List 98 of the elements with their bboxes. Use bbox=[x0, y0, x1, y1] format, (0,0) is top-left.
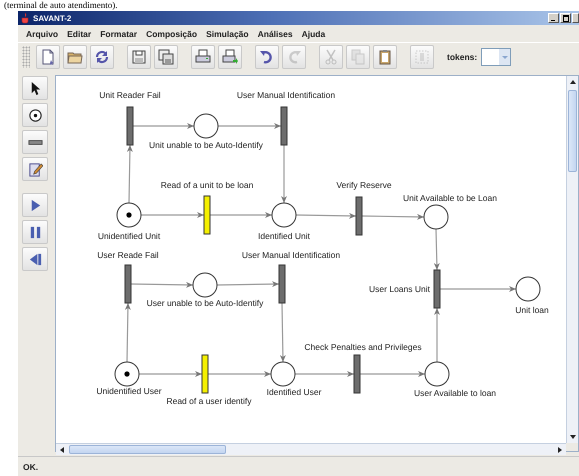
place-label: Unidentified Unit bbox=[98, 231, 160, 241]
arc-arrow bbox=[208, 371, 271, 377]
maximize-button[interactable] bbox=[560, 13, 571, 23]
place-label: Unit loan bbox=[515, 305, 549, 315]
transition-bar[interactable] bbox=[204, 196, 210, 234]
refresh-button[interactable] bbox=[90, 44, 114, 68]
document-icon bbox=[40, 48, 56, 64]
transition-label: User Manual Identification bbox=[236, 90, 336, 100]
arc-arrow bbox=[141, 212, 204, 218]
place-node[interactable] bbox=[424, 204, 448, 230]
place-node[interactable] bbox=[192, 272, 218, 298]
arc-arrow bbox=[281, 145, 287, 203]
coffee-cup-icon bbox=[21, 12, 30, 24]
transition-label: Check Penalties and Privileges bbox=[304, 342, 422, 352]
place-node[interactable] bbox=[424, 362, 450, 386]
arc-arrow bbox=[295, 371, 354, 377]
undo-icon bbox=[259, 48, 275, 64]
place-node[interactable] bbox=[116, 202, 142, 228]
menu-item[interactable]: Arquivo bbox=[22, 26, 62, 40]
place-label: Unit unable to be Auto-Identify bbox=[149, 140, 263, 150]
clipboard-icon bbox=[377, 48, 393, 64]
play-button[interactable] bbox=[22, 193, 48, 217]
place-node[interactable] bbox=[270, 362, 296, 386]
transition-tool[interactable] bbox=[22, 130, 48, 154]
place-label: Unit Available to be Loan bbox=[403, 193, 497, 203]
transition-label: User Loans Unit bbox=[369, 284, 430, 294]
transition-label: Read of a unit to be loan bbox=[160, 180, 254, 190]
place-node[interactable] bbox=[114, 362, 140, 386]
place-label: Identified User bbox=[266, 387, 322, 397]
scissors-icon bbox=[323, 48, 339, 64]
arc-arrow bbox=[130, 282, 194, 288]
select-tool[interactable] bbox=[22, 76, 48, 100]
transition-label: Verify Reserve bbox=[336, 180, 392, 190]
close-button[interactable] bbox=[572, 13, 579, 23]
arc-arrow bbox=[126, 144, 133, 204]
tokens-dropdown[interactable] bbox=[481, 48, 512, 66]
arc-arrow bbox=[280, 302, 286, 362]
print-button[interactable] bbox=[191, 44, 215, 68]
transition-bar[interactable] bbox=[202, 354, 208, 394]
paste-button[interactable] bbox=[373, 44, 397, 68]
open-button[interactable] bbox=[63, 44, 87, 68]
minimize-button[interactable] bbox=[548, 13, 559, 23]
refresh-icon bbox=[94, 48, 110, 64]
arc-arrow bbox=[133, 123, 194, 129]
arc-arrow bbox=[360, 371, 425, 377]
toolbar-grip[interactable] bbox=[22, 46, 30, 68]
menu-item[interactable]: Composição bbox=[142, 26, 202, 40]
floppy-stack-icon bbox=[158, 48, 174, 64]
petri-net-canvas[interactable] bbox=[56, 76, 566, 443]
save-all-button[interactable] bbox=[154, 44, 178, 68]
arc-arrow bbox=[124, 302, 131, 362]
place-node[interactable] bbox=[516, 276, 540, 302]
copy-icon bbox=[350, 48, 366, 64]
transition-label: Unit Reader Fail bbox=[99, 90, 161, 100]
printer-icon bbox=[222, 48, 238, 64]
place-node[interactable] bbox=[272, 202, 296, 228]
arc-arrow bbox=[218, 123, 281, 129]
menu-item[interactable]: Editar bbox=[63, 26, 96, 40]
pause-button[interactable] bbox=[22, 220, 48, 244]
place-tool[interactable] bbox=[22, 103, 48, 127]
menu-item[interactable]: Análises bbox=[254, 26, 297, 40]
place-label: Unidentified User bbox=[96, 386, 162, 396]
transition-label: User Reade Fail bbox=[97, 250, 159, 260]
transition-label: User Manual Identification bbox=[242, 250, 340, 260]
arc-arrow bbox=[296, 212, 356, 219]
tokens-label: tokens: bbox=[447, 52, 478, 62]
menu-item[interactable]: Simulação bbox=[202, 26, 253, 40]
printer-icon bbox=[195, 48, 211, 64]
transition-label: Read of a user identify bbox=[166, 396, 252, 406]
vertical-scrollbar[interactable] bbox=[566, 76, 578, 443]
save-button[interactable] bbox=[127, 44, 151, 68]
arc-arrow bbox=[216, 281, 280, 288]
dashed-box-icon bbox=[414, 48, 430, 64]
undo-button[interactable] bbox=[255, 44, 279, 68]
place-icon bbox=[28, 108, 42, 122]
arc-arrow bbox=[434, 228, 440, 270]
place-label: User Available to loan bbox=[414, 388, 496, 398]
place-label: Identified Unit bbox=[258, 231, 310, 241]
menu-item[interactable]: Ajuda bbox=[298, 26, 330, 40]
new-file-button[interactable] bbox=[36, 44, 60, 68]
arc-arrow bbox=[362, 214, 424, 220]
step-back-icon bbox=[28, 252, 42, 266]
place-node[interactable] bbox=[194, 114, 218, 138]
notepad-pencil-icon bbox=[28, 162, 42, 176]
menu-item[interactable]: Formatar bbox=[96, 26, 142, 40]
window-title: SAVANT-2 bbox=[33, 14, 72, 22]
floppy-icon bbox=[131, 48, 147, 64]
redo-icon bbox=[286, 48, 302, 64]
step-back-button[interactable] bbox=[22, 247, 48, 271]
arc-arrow bbox=[210, 212, 272, 218]
place-label: User unable to be Auto-Identify bbox=[146, 298, 264, 308]
edit-tool[interactable] bbox=[22, 157, 48, 181]
status-text: OK. bbox=[23, 462, 38, 472]
print-preview-button[interactable] bbox=[218, 44, 242, 68]
arc-arrow bbox=[139, 371, 202, 377]
horizontal-scrollbar[interactable] bbox=[56, 443, 566, 455]
arc-arrow bbox=[434, 308, 440, 362]
document-caption: (terminal de auto atendimento). bbox=[4, 0, 118, 11]
